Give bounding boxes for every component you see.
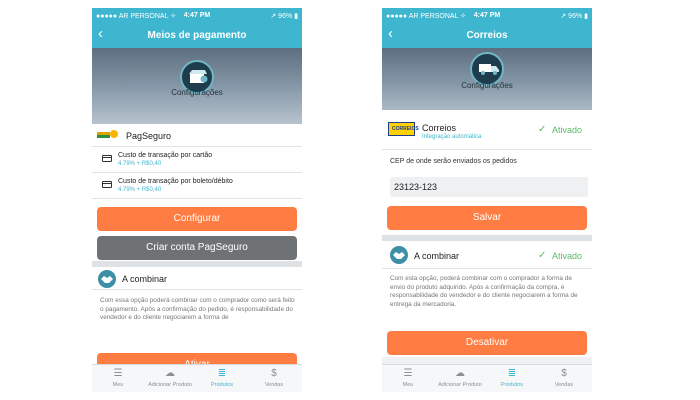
tab-bar: ☰ Meu ☁ Adicionar Produto ≣ Produtos $ V…	[92, 364, 302, 392]
banner-caption: Configurações	[461, 81, 513, 90]
pagseguro-logo	[97, 130, 119, 139]
cep-input[interactable]: 23123-123	[390, 177, 588, 197]
handshake-icon	[98, 270, 116, 288]
nav-bar: ‹ Correios	[382, 23, 592, 48]
combine-status: Ativado	[552, 251, 583, 261]
correios-logo-text: CORREIOS	[392, 126, 419, 132]
correios-header: CORREIOS Correios Integração automática …	[382, 110, 592, 150]
cloud-upload-icon: ☁	[455, 368, 465, 379]
fee-value-boleto: 4.79% + R$0,40	[118, 187, 162, 193]
dollar-icon: $	[561, 368, 567, 379]
battery-indicator: ↗ 96% ▮	[560, 13, 588, 20]
tab-meu[interactable]: ☰ Meu	[92, 365, 144, 392]
phone-screen-correios: ●●●●● AR PERSONAL ✧ 4:47 PM ↗ 96% ▮ ‹ Co…	[382, 8, 592, 392]
combine-description: Com esta opção, poderá combinar com o co…	[390, 275, 578, 308]
create-pagseguro-account-button[interactable]: Criar conta PagSeguro	[97, 236, 297, 260]
credit-card-icon	[102, 155, 112, 162]
configure-button[interactable]: Configurar	[97, 207, 297, 231]
cloud-upload-icon: ☁	[165, 368, 175, 379]
menu-icon: ☰	[403, 368, 413, 379]
cep-label: CEP de onde serão enviados os pedidos	[390, 158, 517, 165]
tab-label: Adicionar Produto	[438, 382, 482, 388]
fee-title-boleto: Custo de transação por boleto/débito	[118, 178, 233, 185]
phone-screen-payment-methods: ●●●●● AR PERSONAL ✧ 4:47 PM ↗ 96% ▮ ‹ Me…	[92, 8, 302, 392]
tab-label: Vendas	[554, 382, 574, 388]
tab-label: Meu	[402, 382, 414, 388]
save-button[interactable]: Salvar	[387, 206, 587, 230]
combine-description: Com essa opção poderá combinar com o com…	[100, 297, 295, 322]
tab-meu[interactable]: ☰ Meu	[382, 365, 434, 392]
correios-card: CORREIOS Correios Integração automática …	[382, 110, 592, 235]
tab-label: Vendas	[264, 382, 284, 388]
tab-add-product[interactable]: ☁ Adicionar Produto	[144, 365, 196, 392]
tab-bar: ☰ Meu ☁ Adicionar Produto ≣ Produtos $ V…	[382, 364, 592, 392]
status-bar: ●●●●● AR PERSONAL ✧ 4:47 PM ↗ 96% ▮	[92, 8, 302, 23]
fee-row-boleto: Custo de transação por boleto/débito 4.7…	[92, 173, 302, 199]
tab-sales[interactable]: $ Vendas	[248, 365, 300, 392]
battery-indicator: ↗ 96% ▮	[270, 13, 298, 20]
combine-header: A combinar	[92, 267, 302, 290]
fee-title-card: Custo de transação por cartão	[118, 152, 213, 159]
settings-banner: Configurações	[382, 48, 592, 118]
nav-bar: ‹ Meios de pagamento	[92, 23, 302, 48]
dollar-icon: $	[271, 368, 277, 379]
tab-sales[interactable]: $ Vendas	[538, 365, 590, 392]
tab-products[interactable]: ≣ Produtos	[486, 365, 538, 392]
tab-label: Meu	[112, 382, 124, 388]
fee-value-card: 4.79% + R$0,40	[118, 161, 162, 167]
list-icon: ≣	[217, 368, 227, 379]
combine-title: A combinar	[122, 274, 168, 284]
checkmark-icon: ✓	[538, 250, 547, 261]
tab-label: Adicionar Produto	[148, 382, 192, 388]
tab-label: Produtos	[500, 382, 523, 388]
page-title: Meios de pagamento	[147, 30, 247, 41]
list-icon: ≣	[507, 368, 517, 379]
correios-status: Ativado	[552, 125, 583, 135]
page-title: Correios	[466, 30, 508, 41]
deactivate-button[interactable]: Desativar	[387, 331, 587, 355]
settings-banner: Configurações	[92, 48, 302, 124]
pagseguro-card: PagSeguro Custo de transação por cartão …	[92, 124, 302, 261]
banner-caption: Configurações	[171, 88, 223, 97]
menu-icon: ☰	[113, 368, 123, 379]
combine-title: A combinar	[414, 251, 460, 261]
fee-row-card: Custo de transação por cartão 4.79% + R$…	[92, 147, 302, 173]
tab-add-product[interactable]: ☁ Adicionar Produto	[434, 365, 486, 392]
pagseguro-name: PagSeguro	[126, 131, 172, 141]
combine-card: A combinar ✓ Ativado Com esta opção, pod…	[382, 241, 592, 357]
checkmark-icon: ✓	[538, 124, 547, 135]
credit-card-icon	[102, 181, 112, 188]
handshake-icon	[390, 246, 408, 264]
correios-name: Correios	[422, 123, 457, 133]
correios-logo: CORREIOS	[388, 122, 419, 136]
pagseguro-header: PagSeguro	[92, 124, 302, 147]
combine-card: A combinar Com essa opção poderá combina…	[92, 267, 302, 377]
tab-products[interactable]: ≣ Produtos	[196, 365, 248, 392]
combine-header: A combinar ✓ Ativado	[382, 241, 592, 269]
correios-subtitle: Integração automática	[422, 134, 482, 140]
tab-label: Produtos	[210, 382, 233, 388]
status-bar: ●●●●● AR PERSONAL ✧ 4:47 PM ↗ 96% ▮	[382, 8, 592, 23]
